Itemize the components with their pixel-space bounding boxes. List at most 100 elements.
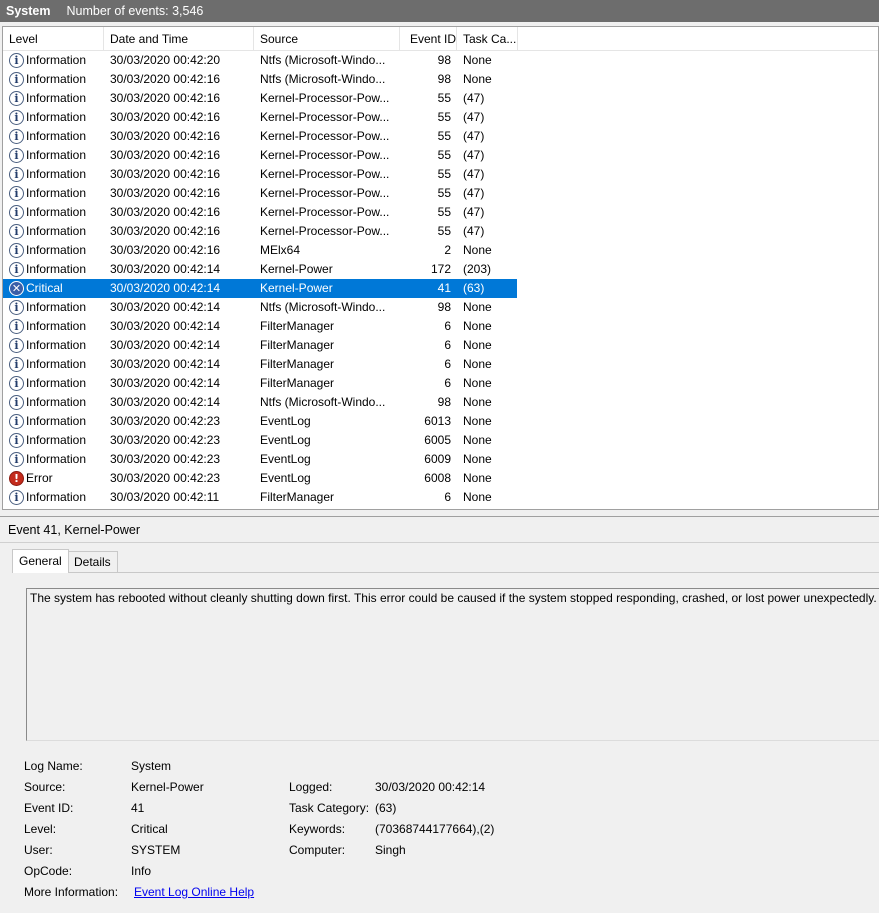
event-row[interactable]: i Information 30/03/2020 00:42:14 FilterMan… [3, 336, 517, 355]
event-date: 30/03/2020 00:42:14 [110, 300, 221, 314]
event-task-category: None [463, 357, 492, 371]
more-information-label: More Information: [24, 885, 119, 899]
event-source: EventLog [260, 452, 311, 466]
event-task-category: None [463, 300, 492, 314]
event-date: 30/03/2020 00:42:23 [110, 452, 221, 466]
event-date: 30/03/2020 00:42:11 [110, 490, 220, 504]
event-row[interactable]: i Information 30/03/2020 00:42:14 FilterMan… [3, 317, 517, 336]
event-row[interactable]: i Information 30/03/2020 00:42:14 Ntfs (Mic… [3, 393, 517, 412]
event-row[interactable]: i Information 30/03/2020 00:42:23 EventLog 6… [3, 431, 517, 450]
column-header-source[interactable]: Source [254, 27, 400, 51]
level-label: Level: [24, 822, 57, 836]
logged-label: Logged: [289, 780, 333, 794]
event-source: FilterManager [260, 490, 335, 504]
event-level: Error [26, 471, 53, 485]
event-task-category: (203) [463, 262, 492, 276]
event-task-category: None [463, 452, 492, 466]
event-source: Kernel-Processor-Pow... [260, 224, 390, 238]
column-header-level[interactable]: Level [3, 27, 104, 51]
event-row[interactable]: i Information 30/03/2020 00:42:11 FilterMan… [3, 488, 517, 507]
event-date: 30/03/2020 00:42:14 [110, 262, 221, 276]
event-row[interactable]: i Information 30/03/2020 00:42:14 FilterMan… [3, 355, 517, 374]
event-detail-pane: Event 41, Kernel-Power General Details T… [0, 516, 879, 913]
event-date: 30/03/2020 00:42:23 [110, 433, 221, 447]
event-source: Ntfs (Microsoft-Windo... [260, 53, 386, 67]
event-row[interactable]: i Information 30/03/2020 00:42:16 Ntfs (Mic… [3, 70, 517, 89]
event-date: 30/03/2020 00:42:16 [110, 72, 221, 86]
event-level: Information [26, 72, 87, 86]
event-date: 30/03/2020 00:42:14 [110, 338, 221, 352]
event-source: FilterManager [260, 357, 335, 371]
event-id: 55 [437, 148, 451, 162]
info-icon: i [9, 205, 24, 220]
event-date: 30/03/2020 00:42:16 [110, 186, 221, 200]
event-row[interactable]: i Information 30/03/2020 00:42:16 MElx64 2 No… [3, 241, 517, 260]
info-icon: i [9, 452, 24, 467]
column-header-event-id[interactable]: Event ID [400, 27, 457, 51]
event-source: MElx64 [260, 243, 301, 257]
info-icon: i [9, 433, 24, 448]
event-id-value: 41 [131, 801, 145, 815]
event-id: 6 [444, 319, 451, 333]
event-level: Information [26, 395, 87, 409]
event-id: 55 [437, 186, 451, 200]
event-date: 30/03/2020 00:42:23 [110, 414, 221, 428]
column-header-date[interactable]: Date and Time [104, 27, 254, 51]
event-row[interactable]: i Information 30/03/2020 00:42:14 FilterMan… [3, 374, 517, 393]
event-task-category: None [463, 490, 492, 504]
event-task-category: None [463, 72, 492, 86]
info-icon: i [9, 53, 24, 68]
events-list[interactable]: Level Date and Time Source Event ID Task… [2, 26, 879, 510]
event-log-online-help-link[interactable]: Event Log Online Help [134, 885, 254, 899]
event-level: Information [26, 53, 87, 67]
event-source: EventLog [260, 471, 311, 485]
event-count: Number of events: 3,546 [66, 4, 204, 18]
event-task-category: None [463, 376, 492, 390]
log-name-value: System [131, 759, 172, 773]
event-date: 30/03/2020 00:42:23 [110, 471, 221, 485]
event-id-label: Event ID: [24, 801, 74, 815]
event-source: EventLog [260, 433, 311, 447]
log-name-label: Log Name: [24, 759, 83, 773]
event-id: 6013 [424, 414, 451, 428]
event-date: 30/03/2020 00:42:16 [110, 224, 221, 238]
event-row[interactable]: i Information 30/03/2020 00:42:16 Kernel-Pr… [3, 108, 517, 127]
event-id: 6 [444, 490, 451, 504]
event-level: Information [26, 357, 87, 371]
event-row[interactable]: ! Error 30/03/2020 00:42:23 EventLog 6008 Non… [3, 469, 517, 488]
tab-general[interactable]: General [12, 549, 69, 573]
event-level: Information [26, 490, 87, 504]
info-icon: i [9, 167, 24, 182]
event-description-box[interactable]: The system has rebooted without cleanly … [26, 588, 879, 741]
event-row[interactable]: i Information 30/03/2020 00:42:16 Kernel-Pr… [3, 203, 517, 222]
info-icon: i [9, 300, 24, 315]
event-level: Information [26, 433, 87, 447]
event-id: 98 [437, 72, 451, 86]
event-level: Information [26, 167, 87, 181]
event-level: Information [26, 452, 87, 466]
event-row[interactable]: i Information 30/03/2020 00:42:14 Ntfs (Mic… [3, 298, 517, 317]
event-row[interactable]: i Information 30/03/2020 00:42:16 Kernel-Pr… [3, 127, 517, 146]
error-icon: ! [9, 471, 24, 486]
user-value: SYSTEM [131, 843, 181, 857]
event-row[interactable]: i Information 30/03/2020 00:42:14 Kernel-Po… [3, 260, 517, 279]
event-level: Information [26, 91, 87, 105]
event-date: 30/03/2020 00:42:16 [110, 129, 221, 143]
event-source: Ntfs (Microsoft-Windo... [260, 395, 386, 409]
event-row[interactable]: i Information 30/03/2020 00:42:23 EventLog 6… [3, 412, 517, 431]
task-category-value: (63) [375, 801, 397, 815]
event-row[interactable]: i Information 30/03/2020 00:42:20 Ntfs (Mic… [3, 51, 517, 70]
event-row[interactable]: i Information 30/03/2020 00:42:16 Kernel-Pr… [3, 165, 517, 184]
tab-details[interactable]: Details [67, 551, 118, 572]
event-rows: i Information 30/03/2020 00:42:20 Ntfs (Mic… [3, 51, 878, 507]
event-row[interactable]: i Information 30/03/2020 00:42:16 Kernel-Pr… [3, 89, 517, 108]
event-level: Information [26, 129, 87, 143]
event-row[interactable]: i Information 30/03/2020 00:42:23 EventLog 6… [3, 450, 517, 469]
event-row[interactable]: i Information 30/03/2020 00:42:16 Kernel-Pr… [3, 222, 517, 241]
column-header-task-category[interactable]: Task Ca... [457, 27, 518, 51]
event-row[interactable]: ✕ Critical 30/03/2020 00:42:14 Kernel-Power… [3, 279, 517, 298]
event-row[interactable]: i Information 30/03/2020 00:42:16 Kernel-Pr… [3, 146, 517, 165]
event-task-category: (47) [463, 205, 485, 219]
event-row[interactable]: i Information 30/03/2020 00:42:16 Kernel-Pr… [3, 184, 517, 203]
event-id: 6009 [424, 452, 451, 466]
